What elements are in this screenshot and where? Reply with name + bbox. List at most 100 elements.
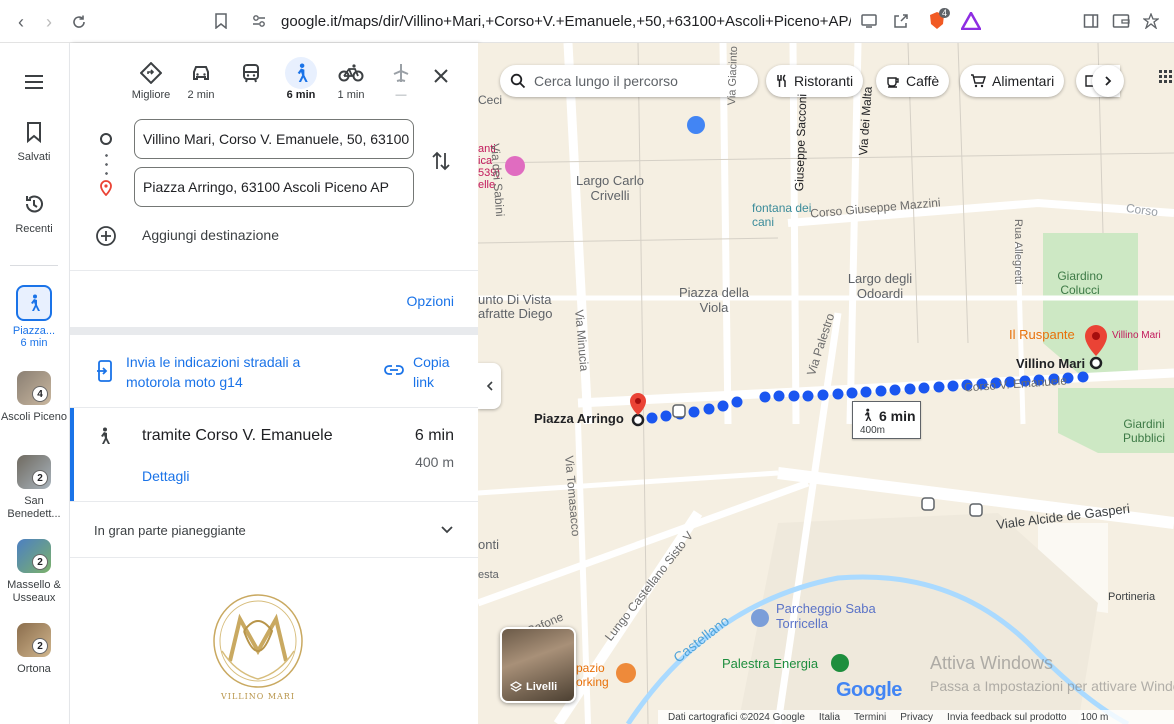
search-placeholder: Cerca lungo il percorso <box>534 73 678 89</box>
mode-walk[interactable]: 6 min <box>276 57 326 101</box>
mode-best[interactable]: Migliore <box>126 57 176 101</box>
chip-label: Alimentari <box>992 73 1055 89</box>
walk-icon <box>96 425 112 452</box>
map-label: Giardino Colucci <box>1057 269 1103 297</box>
divider <box>70 270 478 271</box>
hamburger-icon <box>25 75 43 89</box>
place-san-benedetto[interactable]: 2 San Benedett... <box>0 455 68 521</box>
place-massello[interactable]: 2 Massello & Usseaux <box>0 539 68 605</box>
place-thumbnail: 4 <box>17 371 51 405</box>
sidebar-toggle-icon[interactable] <box>1080 10 1102 32</box>
chips-next-button[interactable] <box>1092 65 1124 97</box>
brave-shield-icon[interactable]: 4 <box>926 8 950 32</box>
feedback-link[interactable]: Invia feedback sul prodotto <box>947 712 1067 723</box>
map-label: Villino Mari <box>1112 330 1161 341</box>
left-rail: Salvati Recenti Piazza... 6 min 4 Ascoli… <box>0 43 70 724</box>
origin-input[interactable]: Villino Mari, Corso V. Emanuele, 50, 631… <box>134 119 414 159</box>
mode-label: Migliore <box>131 89 171 101</box>
bookmark-icon[interactable] <box>210 10 232 32</box>
mode-label: 6 min <box>286 89 316 101</box>
collapse-panel-button[interactable] <box>478 363 501 409</box>
map-label: Ceci <box>478 93 503 107</box>
mode-flight[interactable]: — <box>376 57 426 101</box>
layers-label-wrap: Livelli <box>510 681 557 693</box>
options-link[interactable]: Opzioni <box>407 293 454 309</box>
directions-panel: Migliore 2 min 6 min 1 min — Villino Mar… <box>70 43 478 724</box>
map-label: esta <box>478 569 499 581</box>
mode-label: 2 min <box>187 89 215 101</box>
layers-button[interactable]: Livelli <box>500 627 576 703</box>
mode-label: 1 min <box>337 89 365 101</box>
extension-badge: 4 <box>938 8 950 18</box>
privacy-link[interactable]: Privacy <box>900 712 933 723</box>
map-label: Largo Carlo Crivelli <box>576 173 644 203</box>
layers-icon <box>510 681 522 692</box>
active-trip-button[interactable]: Piazza... 6 min <box>0 285 68 349</box>
map-canvas[interactable]: Cerca lungo il percorso Ristoranti Caffè… <box>478 43 1174 724</box>
share-icon[interactable] <box>890 10 912 32</box>
route-option-card[interactable]: tramite Corso V. Emanuele 6 min 400 m De… <box>70 408 478 501</box>
mode-car[interactable]: 2 min <box>176 57 226 101</box>
brave-rewards-icon[interactable] <box>960 10 982 32</box>
saved-label: Salvati <box>17 151 51 163</box>
walk-icon <box>864 408 872 421</box>
chip-groceries[interactable]: Alimentari <box>960 65 1065 97</box>
route-dots <box>105 151 108 179</box>
place-ascoli[interactable]: 4 Ascoli Piceno <box>0 371 68 424</box>
add-destination-icon[interactable] <box>95 225 117 247</box>
scale-label[interactable]: 100 m <box>1081 712 1109 723</box>
origin-dot-icon <box>100 133 112 145</box>
search-along-route[interactable]: Cerca lungo il percorso <box>500 65 758 97</box>
map-data-credit: Dati cartografici ©2024 Google <box>668 711 805 723</box>
swap-icon[interactable] <box>430 149 454 173</box>
divider <box>70 557 478 558</box>
walk-badge-distance: 400m <box>860 425 886 436</box>
wallet-icon[interactable] <box>1110 10 1132 32</box>
copy-link-button[interactable]: Copia link <box>413 352 463 392</box>
mode-bike[interactable]: 1 min <box>326 57 376 101</box>
route-distance: 400 m <box>415 454 454 470</box>
chip-restaurants[interactable]: Ristoranti <box>766 65 864 97</box>
add-destination-label[interactable]: Aggiungi destinazione <box>142 227 279 243</box>
walk-time-badge[interactable]: 6 min 400m <box>852 401 921 439</box>
apps-grid-icon[interactable] <box>1158 69 1174 85</box>
back-icon[interactable]: ‹ <box>10 11 32 33</box>
close-icon[interactable] <box>428 63 454 89</box>
google-logo: Google <box>836 679 902 702</box>
map-label: fontana dei cani <box>752 201 812 229</box>
extensions-icon[interactable] <box>1140 10 1162 32</box>
map-label: Piazza Arringo <box>534 411 624 426</box>
walk-icon <box>16 285 52 321</box>
transit-icon <box>235 57 267 89</box>
terrain-row[interactable]: In gran parte pianeggiante <box>70 502 478 557</box>
map-label: unto Di Vista afratte Diego <box>478 292 553 321</box>
map-label: Piazza della Viola <box>678 285 750 315</box>
cast-icon[interactable] <box>858 10 880 32</box>
terrain-label: In gran parte pianeggiante <box>94 523 246 538</box>
address-bar[interactable]: google.it/maps/dir/Villino+Mari,+Corso+V… <box>281 13 851 30</box>
destination-input[interactable]: Piazza Arringo, 63100 Ascoli Piceno AP <box>134 167 414 207</box>
place-thumbnail: 2 <box>17 623 51 657</box>
saved-button[interactable]: Salvati <box>0 119 68 163</box>
forward-icon[interactable]: › <box>38 11 60 33</box>
place-label: San Benedett... <box>7 495 61 520</box>
details-link[interactable]: Dettagli <box>142 468 189 484</box>
send-to-phone-icon <box>96 360 114 387</box>
country-link[interactable]: Italia <box>819 712 840 723</box>
send-directions-link[interactable]: Invia le indicazioni stradali a motorola… <box>126 352 336 392</box>
reload-icon[interactable] <box>68 11 90 33</box>
place-label: Ortona <box>17 663 51 675</box>
site-settings-icon[interactable] <box>248 10 270 32</box>
place-count: 2 <box>32 470 48 486</box>
terms-link[interactable]: Termini <box>854 712 886 723</box>
map-label: Portineria <box>1108 591 1156 603</box>
map-label: Largo degli Odoardi <box>847 271 913 301</box>
villino-mari-logo: VILLINO MARI <box>208 591 308 701</box>
recent-button[interactable]: Recenti <box>0 191 68 235</box>
place-ortona[interactable]: 2 Ortona <box>0 623 68 676</box>
place-thumbnail: 2 <box>17 539 51 573</box>
mode-transit[interactable] <box>226 57 276 89</box>
chip-label: Ristoranti <box>794 73 854 89</box>
chip-cafe[interactable]: Caffè <box>876 65 950 97</box>
menu-button[interactable] <box>0 69 68 101</box>
